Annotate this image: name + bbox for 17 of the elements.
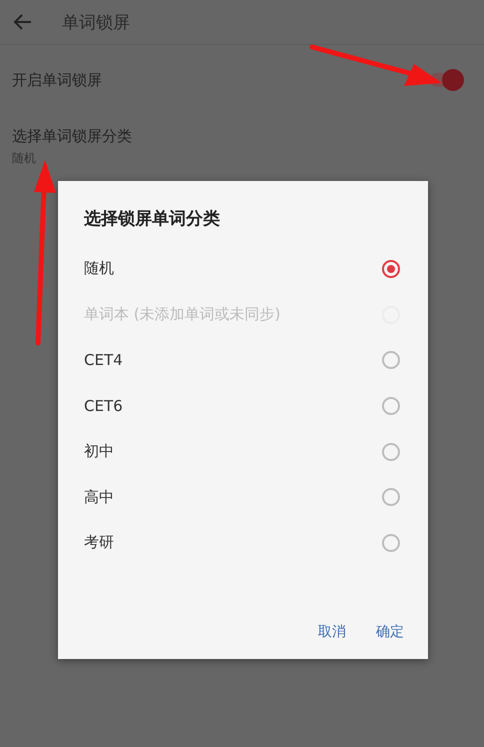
option-label[interactable]: 随机 xyxy=(84,259,114,278)
radio-button[interactable] xyxy=(382,442,400,461)
setting-label: 开启单词锁屏 xyxy=(12,70,102,90)
option-label[interactable]: CET4 xyxy=(84,351,123,370)
radio-button[interactable] xyxy=(382,260,400,278)
radio-button[interactable] xyxy=(382,534,400,552)
option-label[interactable]: 高中 xyxy=(84,488,114,507)
option-label[interactable]: 初中 xyxy=(84,442,114,462)
radio-button[interactable] xyxy=(382,488,400,506)
dialog-button[interactable]: 确定 xyxy=(376,617,404,647)
dialog-title: 选择锁屏单词分类 xyxy=(84,208,221,230)
dialog-button[interactable]: 取消 xyxy=(318,617,346,647)
option-label[interactable]: 考研 xyxy=(84,533,114,552)
radio-button[interactable] xyxy=(382,351,400,370)
page-title: 单词锁屏 xyxy=(62,12,130,34)
radio-button[interactable] xyxy=(382,396,400,415)
option-label[interactable]: CET6 xyxy=(84,396,123,415)
